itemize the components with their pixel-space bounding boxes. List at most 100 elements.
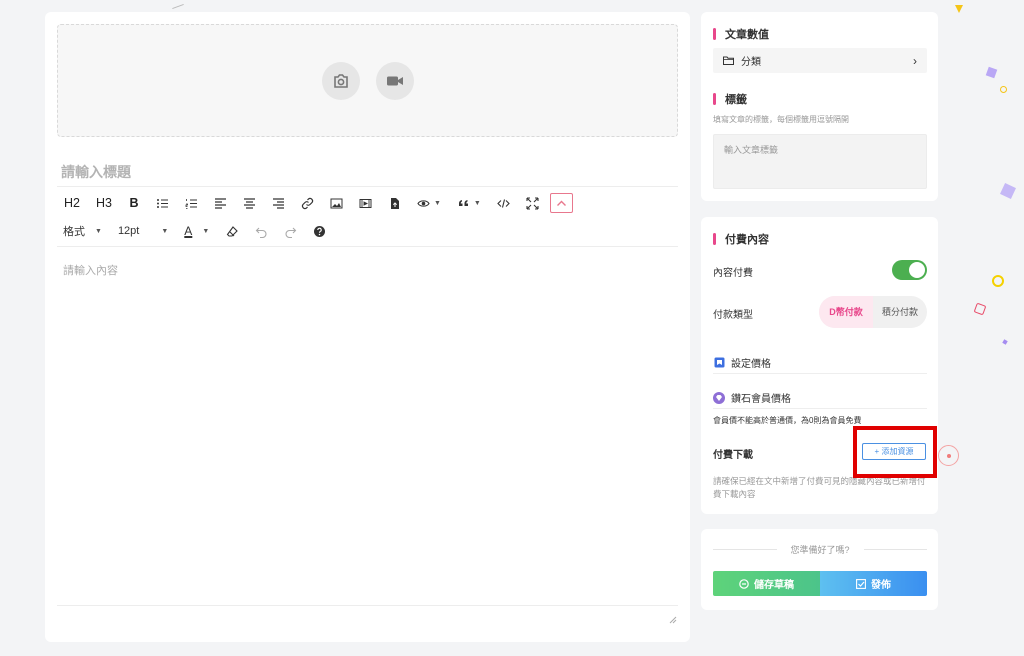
numbered-list-button[interactable]	[180, 193, 203, 213]
upload-file-button[interactable]	[383, 193, 406, 213]
font-size-value: 12pt	[117, 225, 140, 237]
film-icon	[359, 198, 372, 208]
bullet-list-icon	[156, 198, 168, 208]
divider-line	[863, 549, 928, 550]
set-price-row[interactable]: 設定價格	[713, 355, 771, 370]
member-price-hint: 會員價不能高於普通價，為0則為會員免費	[713, 416, 862, 425]
bold-button[interactable]: B	[123, 193, 145, 213]
decorative-line	[172, 3, 184, 10]
decorative-dot	[1002, 339, 1008, 345]
publish-button[interactable]: 發佈	[820, 571, 927, 596]
align-right-icon	[272, 197, 284, 209]
caret-down-icon: ▼	[95, 227, 102, 235]
caret-down-icon: ▼	[161, 227, 169, 235]
caret-down-icon: ▼	[202, 227, 210, 235]
decorative-triangle	[955, 5, 963, 13]
resize-handle-icon[interactable]	[669, 616, 677, 624]
font-size-select[interactable]: 12pt ▼	[114, 221, 172, 241]
paid-content-heading: 付費內容	[713, 231, 769, 247]
paid-download-hint: 請確保已經在文中新增了付費可見的隱藏內容或已新增付費下載內容	[713, 476, 926, 499]
format-select-label: 格式	[63, 226, 85, 238]
video-camera-icon	[386, 76, 403, 85]
redo-button[interactable]	[279, 221, 302, 241]
eraser-icon	[227, 225, 239, 237]
paid-content-title: 付費內容	[725, 234, 769, 246]
help-icon	[314, 225, 326, 237]
toolbar-divider	[57, 186, 678, 187]
collapse-toolbar-button[interactable]	[549, 193, 573, 213]
bullet-list-button[interactable]	[151, 193, 174, 213]
upload-image-button[interactable]	[321, 61, 360, 100]
caret-down-icon: ▼	[433, 199, 441, 207]
paid-download-label: 付費下載	[713, 450, 753, 461]
section-accent-bar	[713, 28, 716, 40]
insert-image-button[interactable]	[325, 193, 348, 213]
decorative-ring	[1000, 86, 1007, 93]
align-right-button[interactable]	[267, 193, 290, 213]
help-button[interactable]	[308, 221, 331, 241]
file-upload-icon	[390, 197, 399, 209]
upload-video-button[interactable]	[375, 61, 414, 100]
fullscreen-button[interactable]	[521, 193, 544, 213]
chevron-up-icon	[556, 200, 566, 206]
decorative-square	[1000, 183, 1016, 199]
diamond-price-row[interactable]: 鑽石會員價格	[713, 390, 791, 405]
insert-media-button[interactable]	[354, 193, 377, 213]
redo-icon	[285, 227, 297, 238]
category-select[interactable]: 分類 ›	[713, 48, 927, 73]
align-center-button[interactable]	[238, 193, 261, 213]
format-select[interactable]: 格式 ▼	[59, 221, 106, 241]
toggle-knob	[909, 262, 925, 278]
code-icon	[497, 198, 510, 208]
numbered-list-icon	[185, 198, 197, 209]
fullscreen-icon	[526, 196, 539, 210]
media-upload-area[interactable]	[57, 24, 678, 137]
save-draft-button[interactable]: 儲存草稿	[713, 571, 820, 596]
heading-3-button[interactable]: H3	[91, 193, 117, 213]
price-tag-icon	[713, 357, 725, 369]
decorative-dice	[973, 302, 987, 316]
heading-2-button[interactable]: H2	[59, 193, 85, 213]
set-price-label: 設定價格	[731, 359, 771, 370]
tags-input[interactable]	[713, 134, 927, 189]
eye-icon	[417, 199, 430, 207]
diamond-icon	[713, 391, 725, 404]
content-editor[interactable]: 請輸入內容	[63, 262, 663, 602]
payment-option-points[interactable]: 積分付款	[873, 296, 927, 328]
undo-icon	[255, 227, 267, 238]
undo-button[interactable]	[250, 221, 273, 241]
payment-type-selector: D幣付款 積分付款	[819, 296, 927, 328]
publish-actions: 儲存草稿 發佈	[713, 571, 927, 596]
payment-option-dcoin[interactable]: D幣付款	[819, 296, 873, 328]
hidden-content-button[interactable]: ▼	[412, 193, 446, 213]
insert-link-button[interactable]	[296, 193, 319, 213]
folder-icon	[723, 56, 734, 65]
publish-label: 發佈	[871, 580, 891, 591]
caret-down-icon: ▼	[473, 199, 481, 207]
title-input[interactable]	[61, 160, 661, 184]
editor-card: H2 H3 B ▼	[45, 12, 690, 642]
save-icon	[739, 578, 749, 589]
tags-title: 標籤	[725, 94, 747, 106]
content-paid-toggle[interactable]	[892, 260, 927, 280]
toolbar-divider	[57, 246, 678, 247]
diamond-price-label: 鑽石會員價格	[731, 394, 791, 405]
content-paid-label: 內容付費	[713, 268, 753, 279]
floating-circle-button[interactable]	[938, 445, 959, 466]
link-icon	[301, 197, 314, 209]
tags-hint: 填寫文章的標籤，每個標籤用逗號隔開	[713, 115, 849, 124]
article-values-heading: 文章數值	[713, 26, 769, 42]
text-color-select[interactable]: A ▼	[180, 221, 213, 241]
quote-icon	[458, 199, 468, 206]
quote-button[interactable]: ▼	[452, 193, 486, 213]
add-resource-button[interactable]: + 添加資源	[862, 443, 926, 460]
decorative-square	[985, 66, 998, 79]
align-left-button[interactable]	[209, 193, 232, 213]
toolbar-row-2: 格式 ▼ 12pt ▼ A ▼	[59, 220, 337, 242]
toolbar-row-1: H2 H3 B ▼ ▼	[59, 192, 579, 214]
camera-icon	[333, 73, 348, 88]
ready-prompt: 您準備好了嗎?	[713, 543, 928, 556]
section-accent-bar	[713, 93, 716, 105]
code-button[interactable]	[492, 193, 515, 213]
clear-format-button[interactable]	[221, 221, 244, 241]
